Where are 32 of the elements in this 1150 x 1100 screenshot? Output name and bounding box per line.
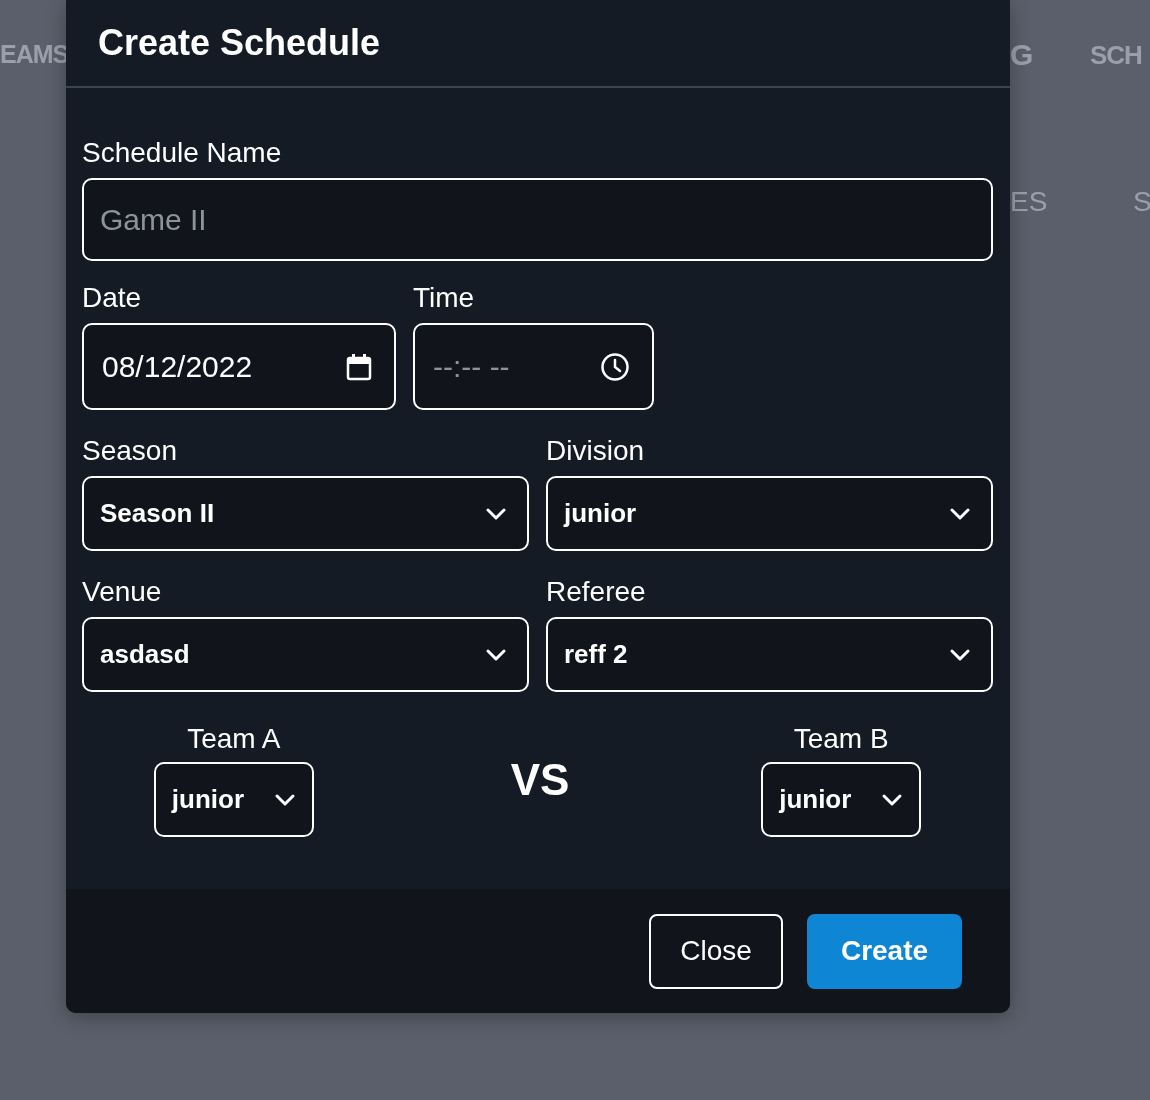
field-label: Division <box>546 434 646 468</box>
dropdown[interactable]: asdasd <box>82 617 529 692</box>
field-label: Schedule Name <box>82 136 283 170</box>
field-label: Referee <box>546 575 647 609</box>
dropdown[interactable]: Season II <box>82 476 529 551</box>
chevron-down-icon <box>485 647 507 662</box>
chevron-down-icon <box>273 792 296 807</box>
field-label: Time <box>413 281 476 315</box>
create-button[interactable]: Create <box>807 913 962 989</box>
field-label: Team A <box>187 722 281 756</box>
clock-icon <box>600 351 630 382</box>
chevron-down-icon <box>881 792 904 807</box>
versus-label: VS <box>510 754 570 805</box>
field-label: Date <box>82 281 143 315</box>
field-label: Venue <box>82 575 163 609</box>
field-label: Team B <box>793 722 889 756</box>
dialog-title: Create Schedule <box>98 22 381 64</box>
schedule-name-field[interactable]: Game II <box>84 180 991 259</box>
dropdown[interactable]: junior <box>761 762 922 837</box>
date-input[interactable]: 08/12/2022 <box>84 325 346 408</box>
calendar-icon <box>346 352 372 381</box>
dropdown[interactable]: junior <box>546 476 993 551</box>
chevron-down-icon <box>949 647 971 662</box>
dropdown[interactable]: reff 2 <box>546 617 993 692</box>
dropdown[interactable]: junior <box>153 762 314 837</box>
close-button[interactable]: Close <box>649 913 783 989</box>
chevron-down-icon <box>485 506 507 521</box>
date-field[interactable]: 08/12/2022 <box>82 323 396 410</box>
field-label: Season <box>82 434 178 468</box>
time-field[interactable]: --:-- -- <box>413 323 654 410</box>
time-input[interactable]: --:-- -- <box>415 325 600 408</box>
chevron-down-icon <box>949 506 971 521</box>
